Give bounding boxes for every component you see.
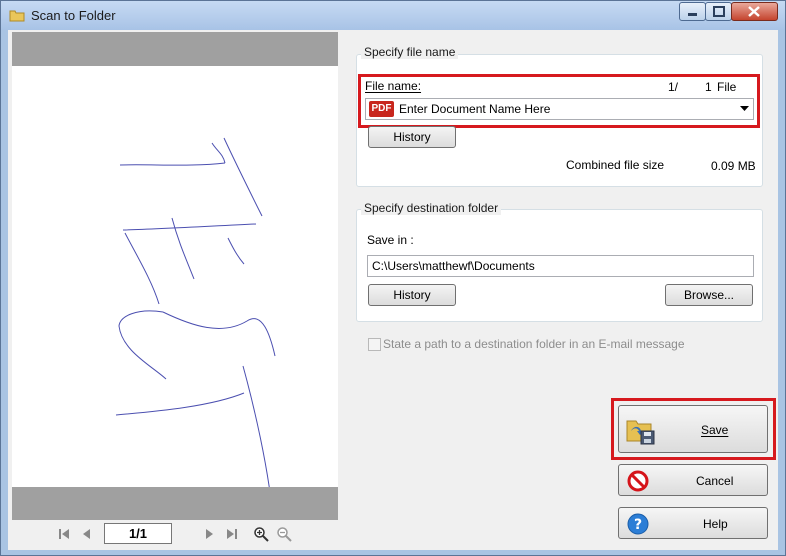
- scan-to-folder-window: Scan to Folder 1/1 Specify file name Fil…: [0, 0, 786, 556]
- preview-navigation-bar: 1/1: [12, 522, 338, 546]
- zoom-in-icon[interactable]: [253, 526, 269, 542]
- first-page-icon[interactable]: [56, 526, 72, 542]
- file-name-value: Enter Document Name Here: [399, 102, 551, 116]
- combined-file-size-label: Combined file size: [566, 158, 665, 172]
- dialog-body: 1/1 Specify file name File name: 1/ 1 Fi…: [8, 30, 778, 550]
- pdf-icon: PDF: [369, 101, 394, 117]
- save-in-path-field[interactable]: C:\Users\matthewf\Documents: [367, 255, 754, 277]
- handwritten-test-scan-image: [115, 137, 276, 518]
- save-button[interactable]: Save: [618, 405, 768, 453]
- folder-icon: [9, 10, 25, 22]
- file-name-history-label: History: [393, 130, 431, 144]
- zoom-out-icon[interactable]: [276, 526, 292, 542]
- cancel-label: Cancel: [696, 474, 734, 488]
- file-counter: 1/: [668, 80, 679, 94]
- scanned-page-preview: [12, 66, 338, 518]
- browse-button[interactable]: Browse...: [665, 284, 753, 306]
- email-path-checkbox[interactable]: [368, 338, 381, 351]
- chevron-down-icon[interactable]: [740, 106, 749, 112]
- help-button[interactable]: ? Help: [618, 507, 768, 539]
- save-in-label: Save in :: [367, 233, 414, 247]
- file-name-group-title: Specify file name: [361, 45, 459, 59]
- maximize-button[interactable]: [705, 2, 732, 21]
- file-name-label: File name:: [365, 79, 422, 93]
- svg-text:?: ?: [634, 517, 642, 533]
- file-unit-label: File: [717, 80, 737, 94]
- previous-page-icon[interactable]: [78, 526, 94, 542]
- help-icon: ?: [627, 513, 649, 535]
- destination-history-button[interactable]: History: [368, 284, 456, 306]
- email-path-checkbox-label: State a path to a destination folder in …: [383, 337, 685, 351]
- window-title: Scan to Folder: [31, 8, 116, 23]
- title-bar: Scan to Folder: [1, 1, 785, 30]
- save-to-folder-icon: [626, 420, 655, 445]
- page-number-field[interactable]: 1/1: [104, 523, 172, 544]
- preview-pane: [12, 32, 338, 520]
- maximize-icon: [713, 6, 725, 17]
- help-label: Help: [703, 517, 728, 531]
- browse-label: Browse...: [683, 288, 734, 302]
- cancel-button[interactable]: Cancel: [618, 464, 768, 496]
- destination-history-label: History: [393, 288, 431, 302]
- file-count: 1: [705, 80, 712, 94]
- close-icon: [748, 6, 760, 17]
- destination-group-title: Specify destination folder: [361, 201, 502, 215]
- combined-file-size-value: 0.09 MB: [711, 159, 756, 173]
- cancel-icon: [627, 470, 649, 492]
- minimize-icon: [688, 13, 697, 16]
- next-page-icon[interactable]: [202, 526, 218, 542]
- save-label: Save: [701, 423, 729, 437]
- file-name-combobox[interactable]: PDF Enter Document Name Here: [365, 98, 754, 120]
- minimize-button[interactable]: [679, 2, 706, 21]
- last-page-icon[interactable]: [224, 526, 240, 542]
- file-name-history-button[interactable]: History: [368, 126, 456, 148]
- close-button[interactable]: [731, 2, 778, 21]
